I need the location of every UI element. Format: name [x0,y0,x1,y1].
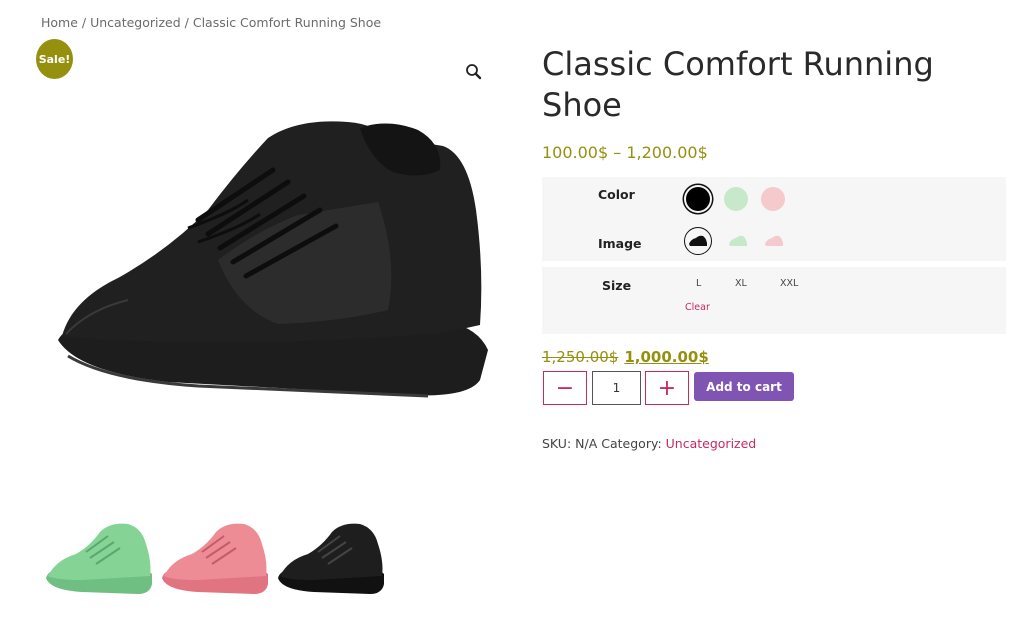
quantity-decrease-button[interactable]: − [543,371,587,405]
thumbnail-green-shoe[interactable] [42,518,154,600]
thumbnail-black-shoe[interactable] [274,518,386,600]
add-to-cart-button[interactable]: Add to cart [694,372,794,401]
sale-price: 1,250.00$ 1,000.00$ [542,348,709,366]
image-label: Image [598,236,642,251]
clear-selection-link[interactable]: Clear [685,302,710,313]
breadcrumb: Home / Uncategorized / Classic Comfort R… [41,15,381,30]
image-swatch-green[interactable] [724,227,752,255]
size-option-l[interactable]: L [696,278,701,289]
color-swatch-black[interactable] [686,187,710,211]
breadcrumb-home-link[interactable]: Home [41,15,78,30]
size-option-xl[interactable]: XL [735,278,747,289]
image-swatch-pink[interactable] [760,227,788,255]
color-label: Color [598,187,635,202]
product-meta: SKU: N/A Category: Uncategorized [542,436,756,451]
magnifier-icon[interactable] [463,61,485,83]
product-title: Classic Comfort Running Shoe [542,45,934,124]
variation-size-row: Size L XL XXL Clear [542,267,1006,334]
size-label: Size [602,278,632,293]
color-swatch-green[interactable] [724,187,748,211]
breadcrumb-current: Classic Comfort Running Shoe [192,15,382,30]
breadcrumb-category-link[interactable]: Uncategorized [90,15,181,30]
thumbnail-pink-shoe[interactable] [158,518,270,600]
price-range: 100.00$ – 1,200.00$ [542,143,708,162]
quantity-increase-button[interactable]: + [645,371,689,405]
sale-badge: Sale! [36,39,73,79]
old-price: 1,250.00$ [542,348,619,366]
color-swatch-pink[interactable] [761,187,785,211]
category-link[interactable]: Uncategorized [666,436,757,451]
variation-color-image-row: Color Image [542,177,1006,261]
image-swatch-black[interactable] [684,227,712,255]
sku-value: N/A [575,436,598,451]
new-price: 1,000.00$ [624,348,709,366]
sku-label: SKU: [542,436,572,451]
size-option-xxl[interactable]: XXL [780,278,798,289]
breadcrumb-separator: / [180,15,193,30]
category-label: Category: [601,436,662,451]
breadcrumb-separator: / [77,15,91,30]
main-product-image[interactable] [48,110,498,410]
quantity-input[interactable] [592,371,641,405]
